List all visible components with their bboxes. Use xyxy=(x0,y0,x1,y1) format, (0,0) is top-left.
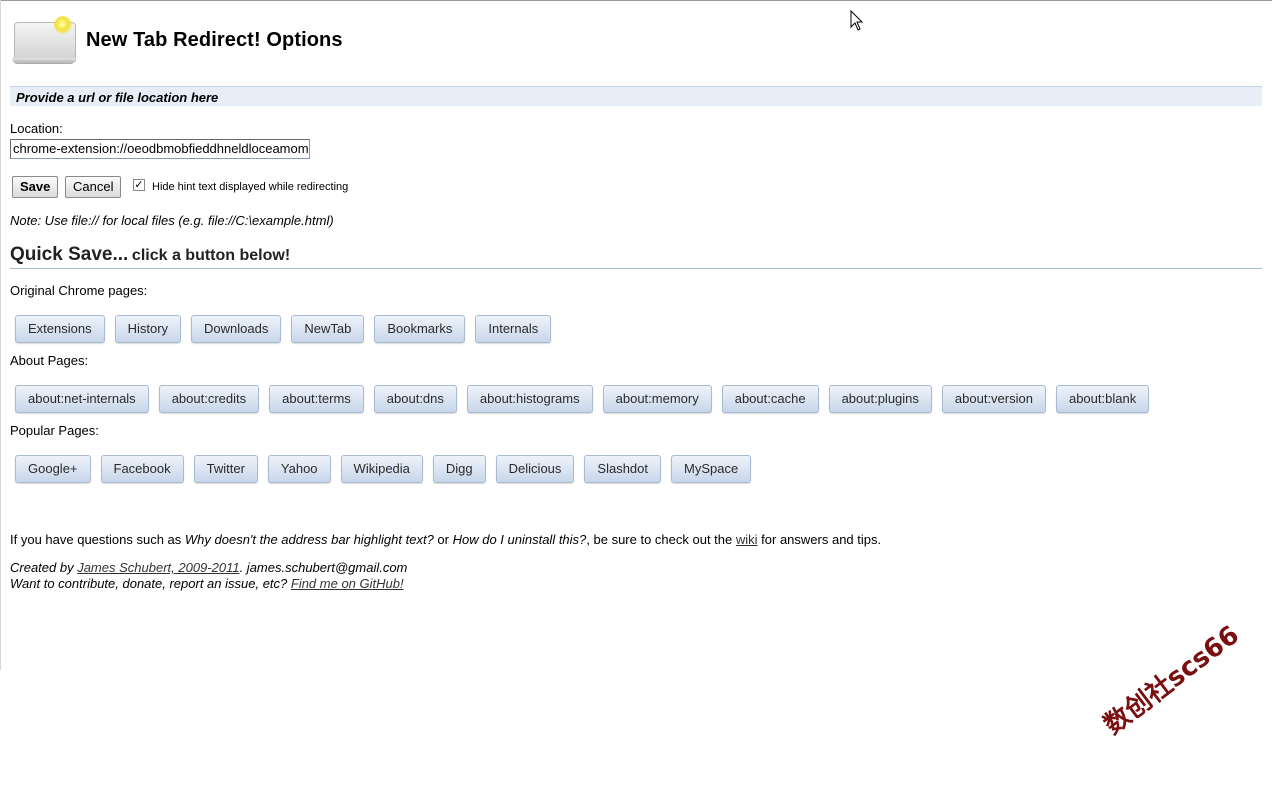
location-label: Location: xyxy=(10,121,63,136)
faq-question-1: Why doesn't the address bar highlight te… xyxy=(184,532,434,547)
credits: Created by James Schubert, 2009-2011. ja… xyxy=(10,560,407,592)
location-input[interactable]: chrome-extension://oeodbmobfieddhneldloc… xyxy=(10,139,310,159)
github-link[interactable]: Find me on GitHub! xyxy=(291,576,404,591)
about-pages-button[interactable]: about:credits xyxy=(158,385,260,413)
chrome-pages-button[interactable]: Extensions xyxy=(15,315,105,343)
chrome-pages-button[interactable]: Internals xyxy=(475,315,552,343)
author-link[interactable]: James Schubert, 2009-2011 xyxy=(77,560,239,575)
page-title: New Tab Redirect! Options xyxy=(86,28,343,51)
about-pages-button[interactable]: about:blank xyxy=(1055,385,1150,413)
save-button[interactable]: Save xyxy=(12,176,59,198)
popular-pages-button[interactable]: Yahoo xyxy=(267,455,331,483)
faq-mid-2: , be sure to check out the xyxy=(586,532,736,547)
location-banner: Provide a url or file location here xyxy=(10,86,1262,106)
faq-text: If you have questions such as Why doesn'… xyxy=(10,532,881,547)
hide-hint-label: Hide hint text displayed while redirecti… xyxy=(152,181,349,193)
watermark: 数创社scs66 xyxy=(1098,620,1245,741)
wiki-link[interactable]: wiki xyxy=(736,532,758,547)
quick-save-subtitle: click a button below! xyxy=(131,247,291,264)
popular-pages-button[interactable]: Digg xyxy=(432,455,486,483)
faq-suffix: for answers and tips. xyxy=(757,532,882,547)
checkmark-icon: ✓ xyxy=(134,179,144,191)
laptop-lightbulb-icon xyxy=(12,14,78,66)
about-pages-button[interactable]: about:memory xyxy=(602,385,712,413)
about-pages-button[interactable]: about:plugins xyxy=(828,385,932,413)
popular-pages-button[interactable]: Wikipedia xyxy=(340,455,423,483)
about-pages-button[interactable]: about:version xyxy=(941,385,1046,413)
popular-pages-buttons: Google+ Facebook Twitter Yahoo Wikipedia Digg… xyxy=(15,455,752,483)
chrome-pages-label: Original Chrome pages: xyxy=(10,283,148,298)
window-left-border xyxy=(0,0,1,670)
page-header: New Tab Redirect! Options xyxy=(12,14,343,66)
chrome-pages-button[interactable]: NewTab xyxy=(291,315,365,343)
cancel-button[interactable]: Cancel xyxy=(65,176,122,198)
chrome-pages-buttons: Extensions History Downloads NewTab Bookmark… xyxy=(15,315,552,343)
popular-pages-button[interactable]: Google+ xyxy=(15,455,91,483)
popular-pages-button[interactable]: Facebook xyxy=(100,455,184,483)
about-pages-button[interactable]: about:cache xyxy=(721,385,819,413)
mouse-cursor-icon xyxy=(850,10,864,31)
about-pages-label: About Pages: xyxy=(10,353,89,368)
contribute-prefix: Want to contribute, donate, report an is… xyxy=(10,576,291,591)
popular-pages-button[interactable]: Delicious xyxy=(495,455,575,483)
popular-pages-button[interactable]: Twitter xyxy=(193,455,258,483)
about-pages-button[interactable]: about:histograms xyxy=(466,385,593,413)
chrome-pages-button[interactable]: History xyxy=(114,315,182,343)
hide-hint-checkbox[interactable]: ✓ xyxy=(133,179,145,191)
popular-pages-label: Popular Pages: xyxy=(10,423,99,438)
window-top-border xyxy=(0,0,1272,1)
chrome-pages-button[interactable]: Bookmarks xyxy=(374,315,466,343)
author-email: . james.schubert@gmail.com xyxy=(239,560,408,575)
about-pages-button[interactable]: about:dns xyxy=(373,385,457,413)
faq-prefix: If you have questions such as xyxy=(10,532,185,547)
faq-question-2: How do I uninstall this? xyxy=(452,532,587,547)
chrome-pages-button[interactable]: Downloads xyxy=(191,315,282,343)
quick-save-title: Quick Save... xyxy=(10,244,129,265)
popular-pages-button[interactable]: MySpace xyxy=(671,455,752,483)
quick-save-heading: Quick Save... click a button below! xyxy=(10,244,1262,269)
popular-pages-button[interactable]: Slashdot xyxy=(584,455,661,483)
about-pages-button[interactable]: about:terms xyxy=(269,385,364,413)
about-pages-button[interactable]: about:net-internals xyxy=(15,385,149,413)
created-by-prefix: Created by xyxy=(10,560,78,575)
about-pages-buttons: about:net-internals about:credits about:te… xyxy=(15,385,1150,413)
file-note: Note: Use file:// for local files (e.g. … xyxy=(10,213,334,228)
faq-mid: or xyxy=(433,532,453,547)
